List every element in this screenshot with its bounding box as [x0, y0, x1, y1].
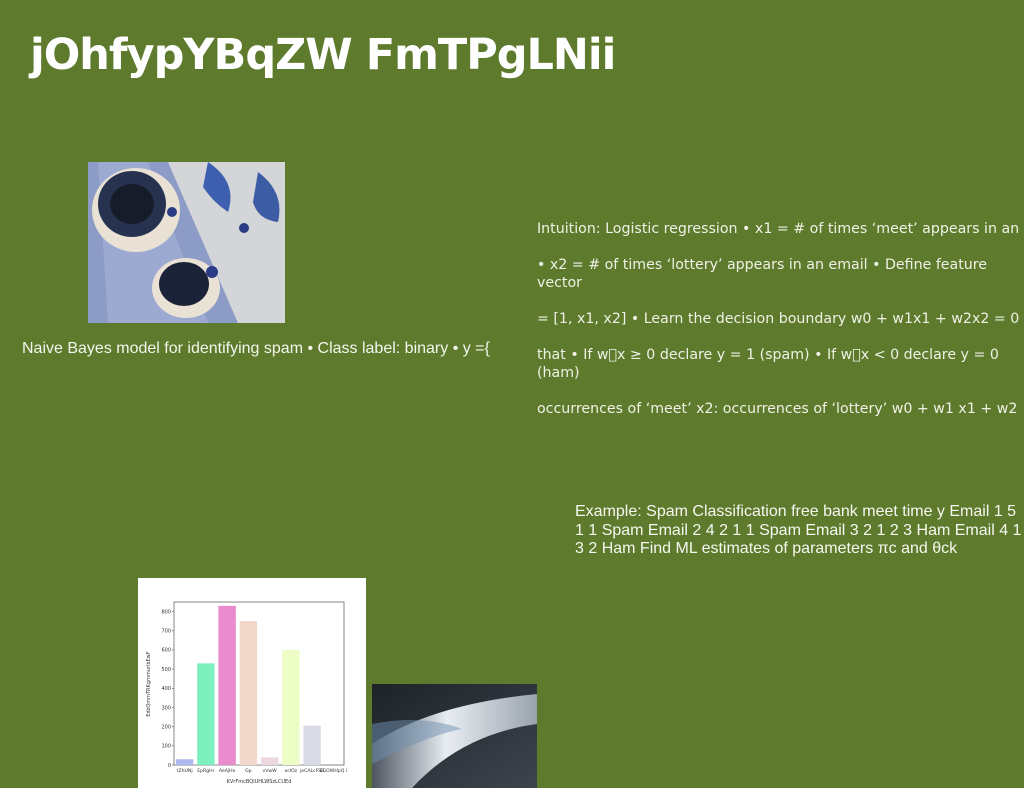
bar-chart-figure: EdzQmmTRKgmmurlbEwF KVrFmcBQlUHLWSzLCUEd…: [138, 578, 366, 788]
intuition-line: occurrences of ‘meet’ x2: occurrences of…: [537, 401, 1018, 417]
cups-photo-art: [88, 162, 285, 323]
bar: [197, 663, 215, 765]
x-tick-label: tZhUNj: [177, 768, 193, 774]
y-tick-label: 400: [161, 686, 171, 692]
bar-chart: EdzQmmTRKgmmurlbEwF KVrFmcBQlUHLWSzLCUEd…: [146, 601, 347, 785]
x-tick-label: AeAjHe: [219, 768, 236, 774]
y-tick-label: 700: [161, 629, 171, 635]
x-tick-label: Gp: [245, 768, 252, 774]
cups-photo: [88, 162, 285, 323]
x-tick-label: EpRgHr: [197, 768, 214, 774]
y-tick-label: 0: [168, 763, 171, 769]
y-tick-label: 300: [161, 705, 171, 711]
bar: [175, 759, 194, 765]
wave-photo-art: [372, 684, 537, 788]
y-tick-label: 500: [161, 667, 171, 673]
intuition-line: Intuition: Logistic regression • x1 = # …: [537, 221, 1020, 237]
bar: [218, 605, 236, 765]
example-text-block: Example: Spam Classification free bank m…: [575, 503, 1022, 557]
intuition-line: that • If w x ≥ 0 declare y = 1 (spam) •…: [537, 347, 999, 381]
y-tick-label: 800: [161, 609, 171, 615]
bar: [260, 757, 279, 765]
y-tick-label: 200: [161, 724, 171, 730]
y-tick-label: 100: [161, 744, 171, 750]
intuition-text-block: Intuition: Logistic regression • x1 = # …: [537, 202, 1024, 436]
x-tick-label: EGOWHpQ i: [320, 768, 347, 774]
x-tick-label: vVwW: [263, 768, 278, 774]
bar: [282, 649, 300, 765]
page-title: jOhfypYBqZW FmTPgLNii: [30, 30, 616, 80]
x-tick-label: xcIOz: [285, 768, 298, 774]
intuition-line: = [1, x1, x2] • Learn the decision bound…: [537, 311, 1020, 327]
wave-photo: [372, 684, 537, 788]
y-axis-label: EdzQmmTRKgmmurlbEwF: [146, 651, 152, 716]
intuition-line: • x2 = # of times ‘lottery’ appears in a…: [537, 257, 988, 291]
naive-bayes-caption: Naive Bayes model for identifying spam •…: [22, 340, 490, 357]
bar: [303, 725, 321, 765]
y-tick-label: 600: [161, 648, 171, 654]
x-axis-label: KVrFmcBQlUHLWSzLCUEd: [227, 779, 292, 785]
bar: [239, 621, 258, 765]
